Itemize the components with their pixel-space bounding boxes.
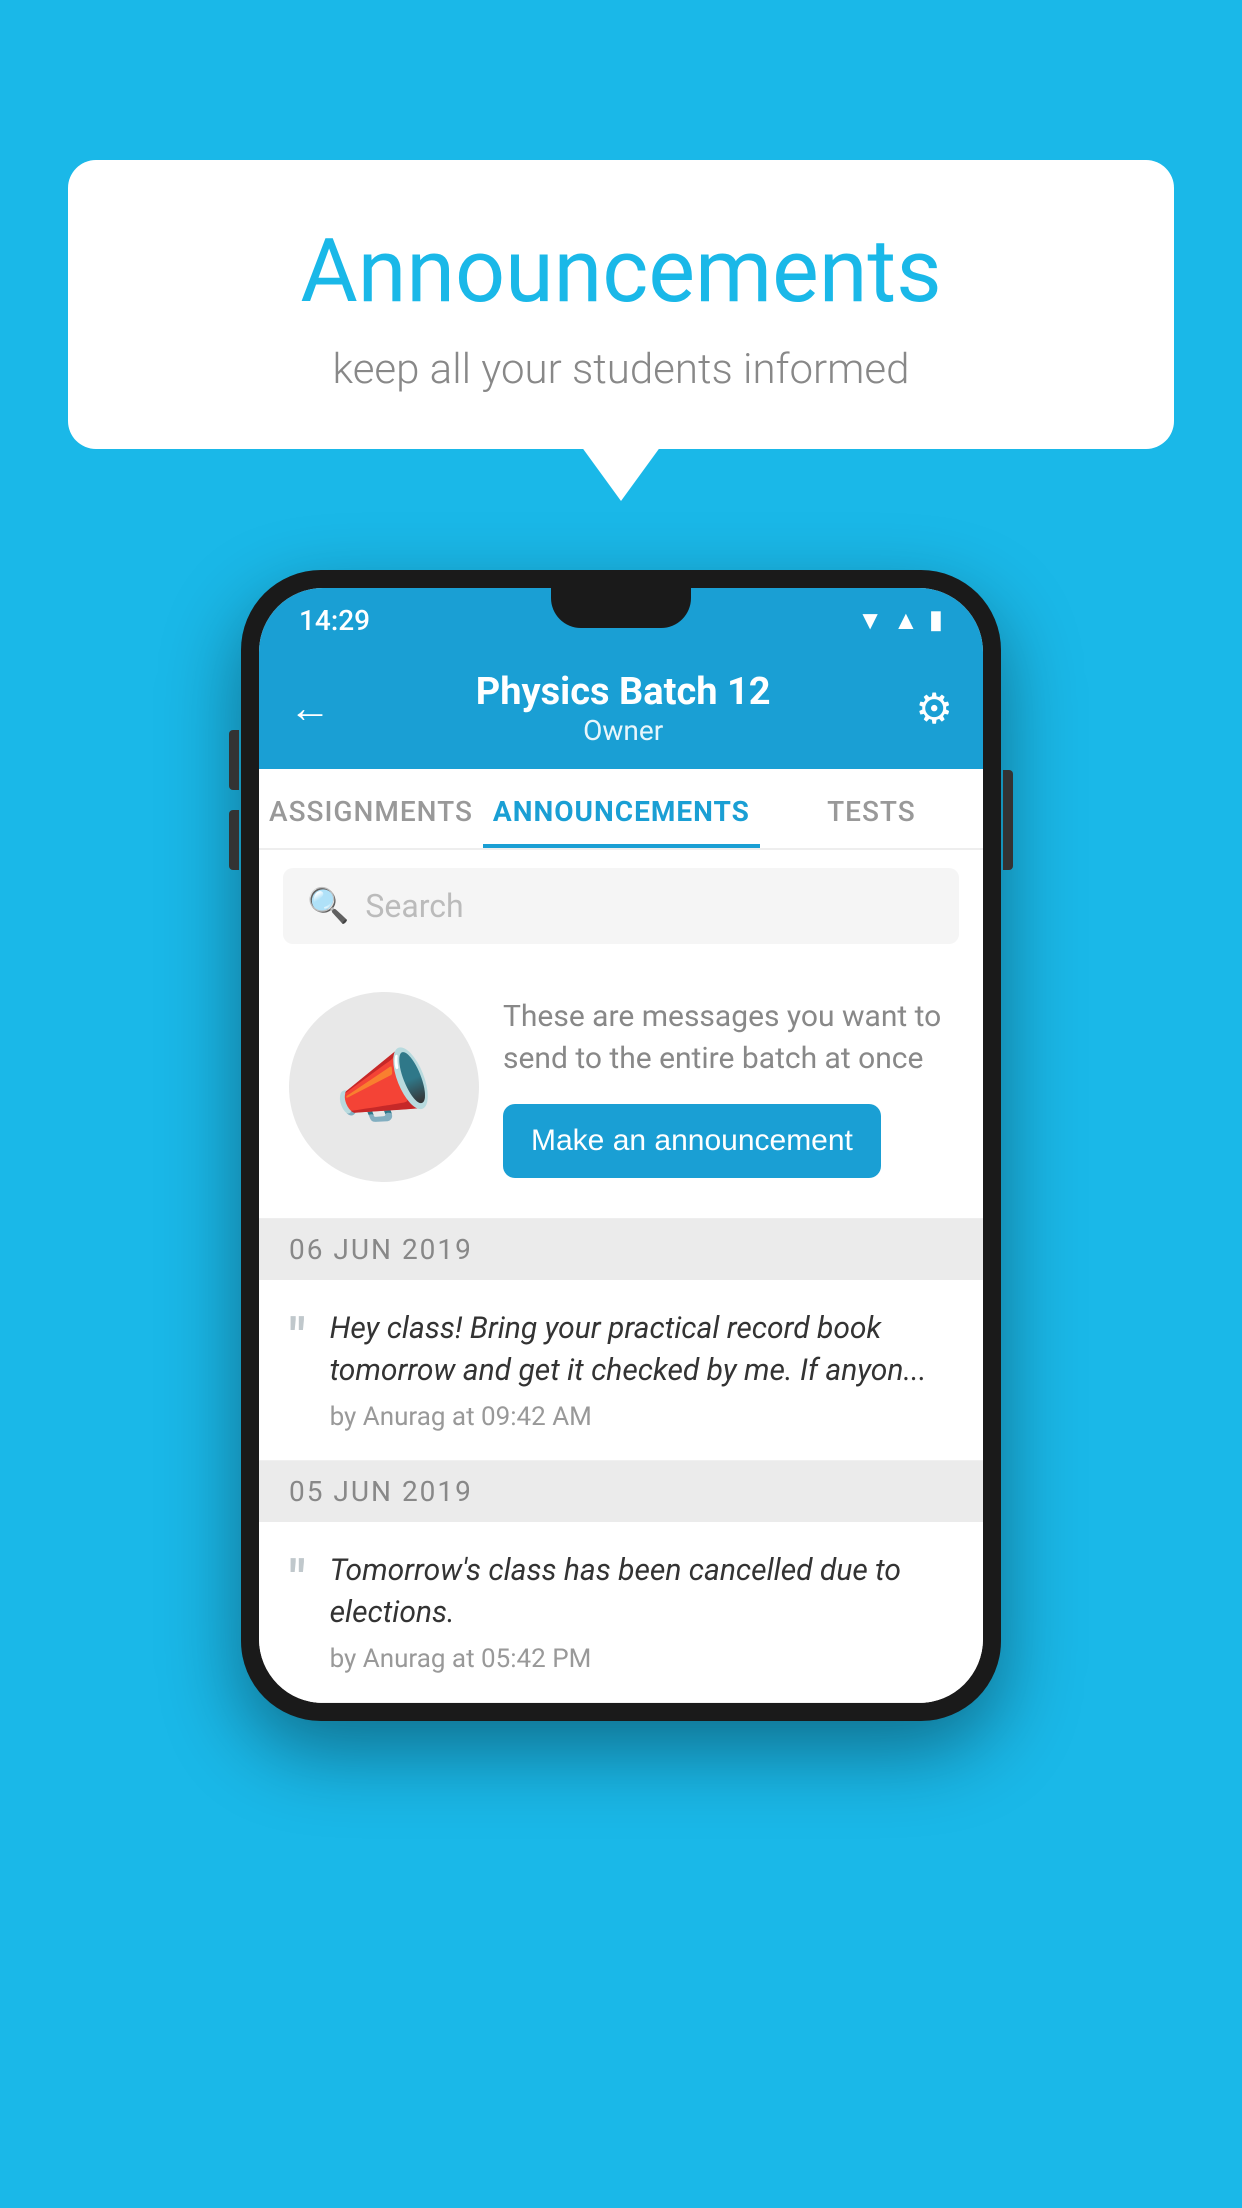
search-container: 🔍 Search [259,850,983,962]
tab-announcements[interactable]: ANNOUNCEMENTS [483,769,760,848]
bubble-title: Announcements [118,220,1124,323]
gear-icon[interactable]: ⚙ [915,684,953,734]
status-bar: 14:29 ▼ ▲ ▮ [259,588,983,652]
date-separator-2: 05 JUN 2019 [259,1461,983,1522]
promo-section: 📣 These are messages you want to send to… [259,962,983,1219]
phone-notch [551,588,691,628]
power-button[interactable] [1003,770,1013,870]
promo-description: These are messages you want to send to t… [503,996,953,1080]
announcement-content-1: Hey class! Bring your practical record b… [330,1308,953,1432]
announcement-text-2: Tomorrow's class has been cancelled due … [330,1550,953,1634]
phone-container: 14:29 ▼ ▲ ▮ ← Physics Batch 12 Owner ⚙ A… [241,570,1001,1721]
signal-icon: ▲ [893,605,919,636]
battery-icon: ▮ [929,605,943,635]
phone-screen: 14:29 ▼ ▲ ▮ ← Physics Batch 12 Owner ⚙ A… [259,588,983,1703]
search-icon: 🔍 [307,886,349,926]
tab-assignments[interactable]: ASSIGNMENTS [259,769,483,848]
speech-bubble-container: Announcements keep all your students inf… [68,160,1174,449]
announcement-meta-2: by Anurag at 05:42 PM [330,1644,953,1674]
tab-bar: ASSIGNMENTS ANNOUNCEMENTS TESTS [259,769,983,850]
wifi-icon: ▼ [857,605,883,636]
tab-tests[interactable]: TESTS [760,769,983,848]
volume-button-1[interactable] [229,730,239,790]
volume-button-2[interactable] [229,810,239,870]
phone-outer: 14:29 ▼ ▲ ▮ ← Physics Batch 12 Owner ⚙ A… [241,570,1001,1721]
announcement-item-2[interactable]: " Tomorrow's class has been cancelled du… [259,1522,983,1703]
date-separator-1: 06 JUN 2019 [259,1219,983,1280]
announcement-content-2: Tomorrow's class has been cancelled due … [330,1550,953,1674]
quote-icon-2: " [289,1554,306,1606]
status-time: 14:29 [299,604,370,637]
header-center: Physics Batch 12 Owner [476,670,771,747]
app-header: ← Physics Batch 12 Owner ⚙ [259,652,983,769]
status-icons: ▼ ▲ ▮ [857,605,943,636]
search-bar[interactable]: 🔍 Search [283,868,959,944]
search-placeholder: Search [365,887,463,925]
speech-bubble: Announcements keep all your students inf… [68,160,1174,449]
announcement-item-1[interactable]: " Hey class! Bring your practical record… [259,1280,983,1461]
announcement-meta-1: by Anurag at 09:42 AM [330,1402,953,1432]
announcement-text-1: Hey class! Bring your practical record b… [330,1308,953,1392]
bubble-subtitle: keep all your students informed [118,345,1124,394]
quote-icon-1: " [289,1312,306,1364]
megaphone-circle: 📣 [289,992,479,1182]
back-button[interactable]: ← [289,684,331,733]
megaphone-icon: 📣 [334,1040,434,1134]
promo-content: These are messages you want to send to t… [503,996,953,1178]
make-announcement-button[interactable]: Make an announcement [503,1104,881,1178]
header-title: Physics Batch 12 [476,670,771,714]
header-subtitle: Owner [476,714,771,747]
